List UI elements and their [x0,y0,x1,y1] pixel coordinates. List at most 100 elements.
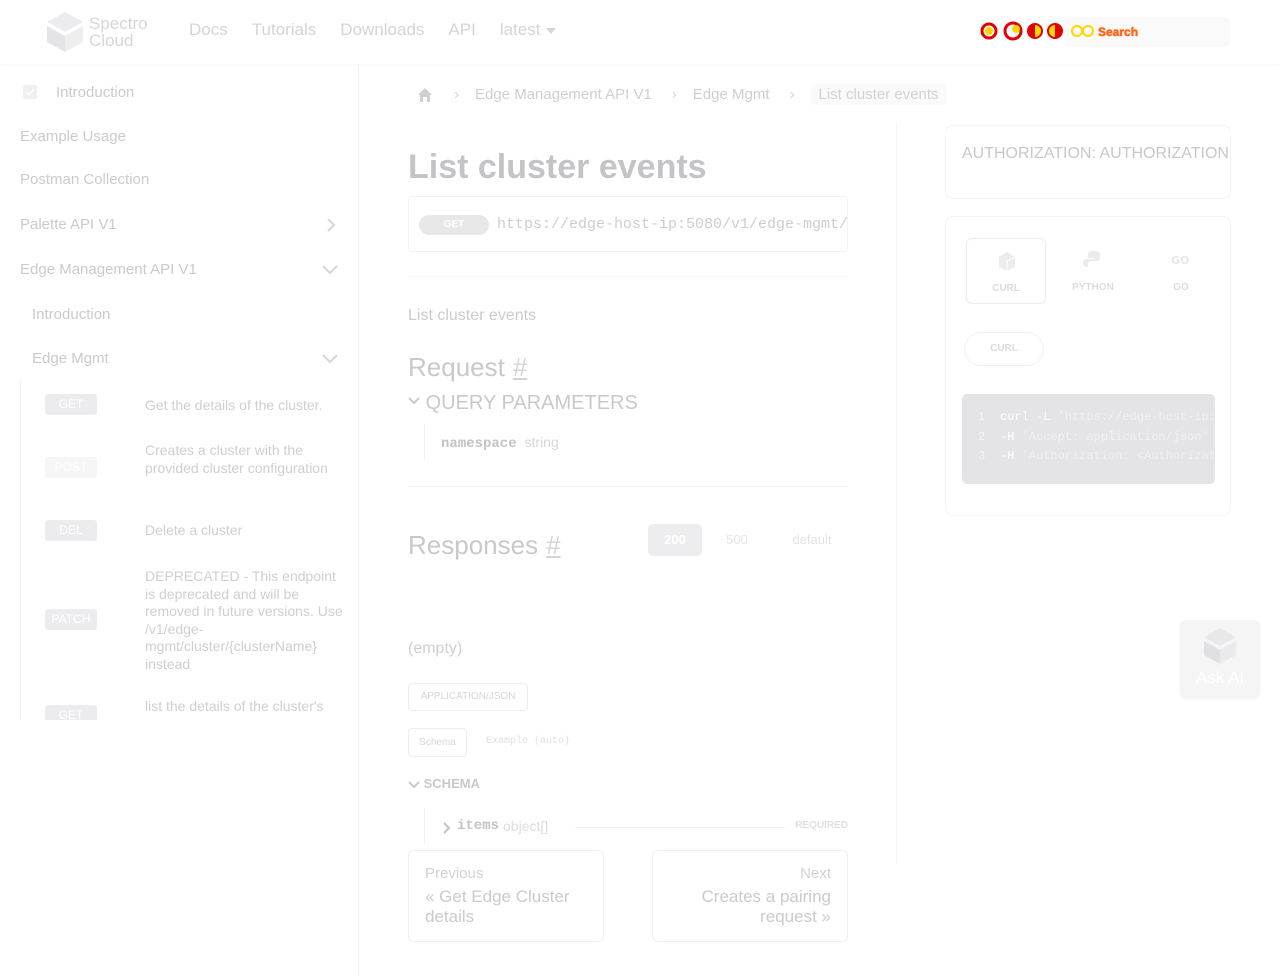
sidebar-item-edge-introduction[interactable]: Introduction [32,306,340,323]
sidebar-item-palette-api[interactable]: Palette API V1 [20,216,340,233]
version-dropdown[interactable]: latest [500,20,557,40]
request-heading: Request # [408,352,527,383]
curl-variant-chip[interactable]: CURL [964,332,1044,366]
request-heading-text: Request [408,352,505,382]
next-label: Next [800,865,831,882]
chevron-right-icon [443,822,451,834]
chevron-down-icon [322,354,338,364]
tab-200[interactable]: 200 [648,524,702,556]
schema-toggle[interactable]: SCHEMA [408,776,480,791]
method-badge-get: GET [45,705,97,720]
divider [408,486,848,487]
schema-property-row[interactable]: items object[] REQUIRED [424,808,848,844]
query-parameters-toggle[interactable]: QUERY PARAMETERS [408,392,638,415]
nav-link-docs[interactable]: Docs [189,20,228,40]
nav-link-tutorials[interactable]: Tutorials [252,20,317,40]
chevron-down-icon [546,27,557,34]
spectro-cloud-logo[interactable]: Spectro Cloud [47,12,157,52]
tab-schema[interactable]: Schema [408,728,467,757]
endpoint-link[interactable]: Get the details of the cluster. [145,397,343,415]
tab-500[interactable]: 500 [710,524,764,556]
query-parameters-heading: QUERY PARAMETERS [425,392,638,414]
code-line: 2 -H 'Accept: application/json' [962,430,1215,450]
api-docs-column: List cluster events GET https://edge-hos… [408,124,897,864]
search-icon [1071,25,1094,37]
authorization-card[interactable]: AUTHORIZATION: AUTHORIZATION [945,125,1231,199]
line-number: 3 [978,449,986,463]
logo-text: Spectro Cloud [89,14,148,50]
sidebar-item-label: Palette API V1 [20,216,117,233]
code-string: 'Authorization: <Authorization>' [1021,449,1215,463]
responses-heading-text: Responses [408,530,539,560]
param-name: namespace [441,436,517,452]
tab-curl[interactable]: CURL [966,238,1046,304]
param-type: string [524,434,559,450]
response-tabs: 200 500 default [648,524,852,556]
sun-icon[interactable] [978,20,1000,42]
breadcrumb-item[interactable]: Edge Management API V1 [475,86,652,103]
code-line: 3 -H 'Authorization: <Authorization>' [962,449,1215,469]
chevron-down-icon [408,397,420,405]
ask-ai-button[interactable]: Ask AI [1180,620,1260,698]
authorization-title: AUTHORIZATION: AUTHORIZATION [962,145,1229,162]
sidebar-item-label: Edge Mgmt [32,350,109,367]
sidebar-item-example-usage[interactable]: Example Usage [20,128,340,145]
previous-label: Previous [425,865,484,882]
search-button[interactable]: Search [1064,17,1230,47]
endpoint-description: List cluster events [408,307,537,324]
chevron-down-icon [408,780,420,788]
endpoint-link[interactable]: list the details of the cluster's [145,698,342,716]
previous-page-link[interactable]: Previous « Get Edge Cluster details [408,850,604,942]
next-page-link[interactable]: Next Creates a pairing request » [652,850,848,942]
code-keyword: -H [1000,449,1015,463]
response-empty: (empty) [408,640,463,657]
code-line: 1 curl -L 'https://edge-host-ip:5080/v1/e… [962,410,1215,430]
mime-type-chip[interactable]: APPLICATION/JSON [408,683,528,711]
home-icon[interactable] [416,87,434,103]
breadcrumb: › Edge Management API V1 › Edge Mgmt › L… [416,84,947,105]
divider [575,827,785,828]
method-pill: GET [419,215,489,235]
endpoint-link[interactable]: Creates a cluster with the provided clus… [145,442,343,477]
tab-label: PYTHON [1072,282,1114,293]
tab-example[interactable]: Example (auto) [486,736,570,747]
divider [408,276,848,277]
endpoint-link[interactable]: Delete a cluster [145,522,343,540]
breadcrumb-separator: › [671,86,677,103]
anchor-link[interactable]: # [546,530,560,560]
code-keyword: -H [1000,429,1015,444]
nav-link-downloads[interactable]: Downloads [340,20,424,40]
nav-links: Docs Tutorials Downloads API latest [189,20,557,40]
method-badge-patch: PATCH [45,609,97,630]
theme-toggle-group [978,20,1064,42]
ask-ai-label: Ask AI [1195,668,1245,687]
param-row: namespace string [424,424,559,460]
sidebar-item-introduction[interactable]: Introduction [56,84,336,101]
tab-go[interactable]: GO GO [1141,238,1221,304]
line-number: 1 [978,410,986,424]
tab-default[interactable]: default [772,524,852,556]
responses-heading: Responses # [408,530,561,561]
chevron-right-icon [327,218,336,232]
top-navbar: Spectro Cloud Docs Tutorials Downloads AP… [0,0,1280,64]
sidebar: Introduction Example Usage Postman Colle… [0,64,359,976]
endpoint-url: https://edge-host-ip:5080/v1/edge-mgmt/c… [497,216,848,233]
tab-python[interactable]: PYTHON [1053,238,1133,304]
endpoint-link[interactable]: DEPRECATED - This endpoint is deprecated… [145,568,343,673]
endpoint-box: GET https://edge-host-ip:5080/v1/edge-mg… [408,196,848,252]
system-theme-icon[interactable] [1046,20,1064,42]
code-block[interactable]: 1 curl -L 'https://edge-host-ip:5080/v1/e… [962,394,1215,484]
moon-icon[interactable] [1002,20,1024,42]
endpoint-list-clip: GET list the details of the cluster's [20,694,342,720]
nav-link-api[interactable]: API [448,20,475,40]
code-string: 'https://edge-host-ip:5080/v1/edge-mgmt/… [1057,410,1215,424]
sidebar-item-edge-mgmt[interactable]: Edge Mgmt [32,350,340,367]
breadcrumb-item[interactable]: Edge Mgmt [693,86,770,103]
contrast-icon[interactable] [1026,20,1044,42]
sidebar-item-edge-management-api[interactable]: Edge Management API V1 [20,261,340,278]
anchor-link[interactable]: # [513,352,527,382]
schema-heading: SCHEMA [423,776,480,791]
sidebar-item-postman-collection[interactable]: Postman Collection [20,171,340,188]
tab-label: CURL [992,283,1020,294]
method-badge-get: GET [45,394,97,415]
